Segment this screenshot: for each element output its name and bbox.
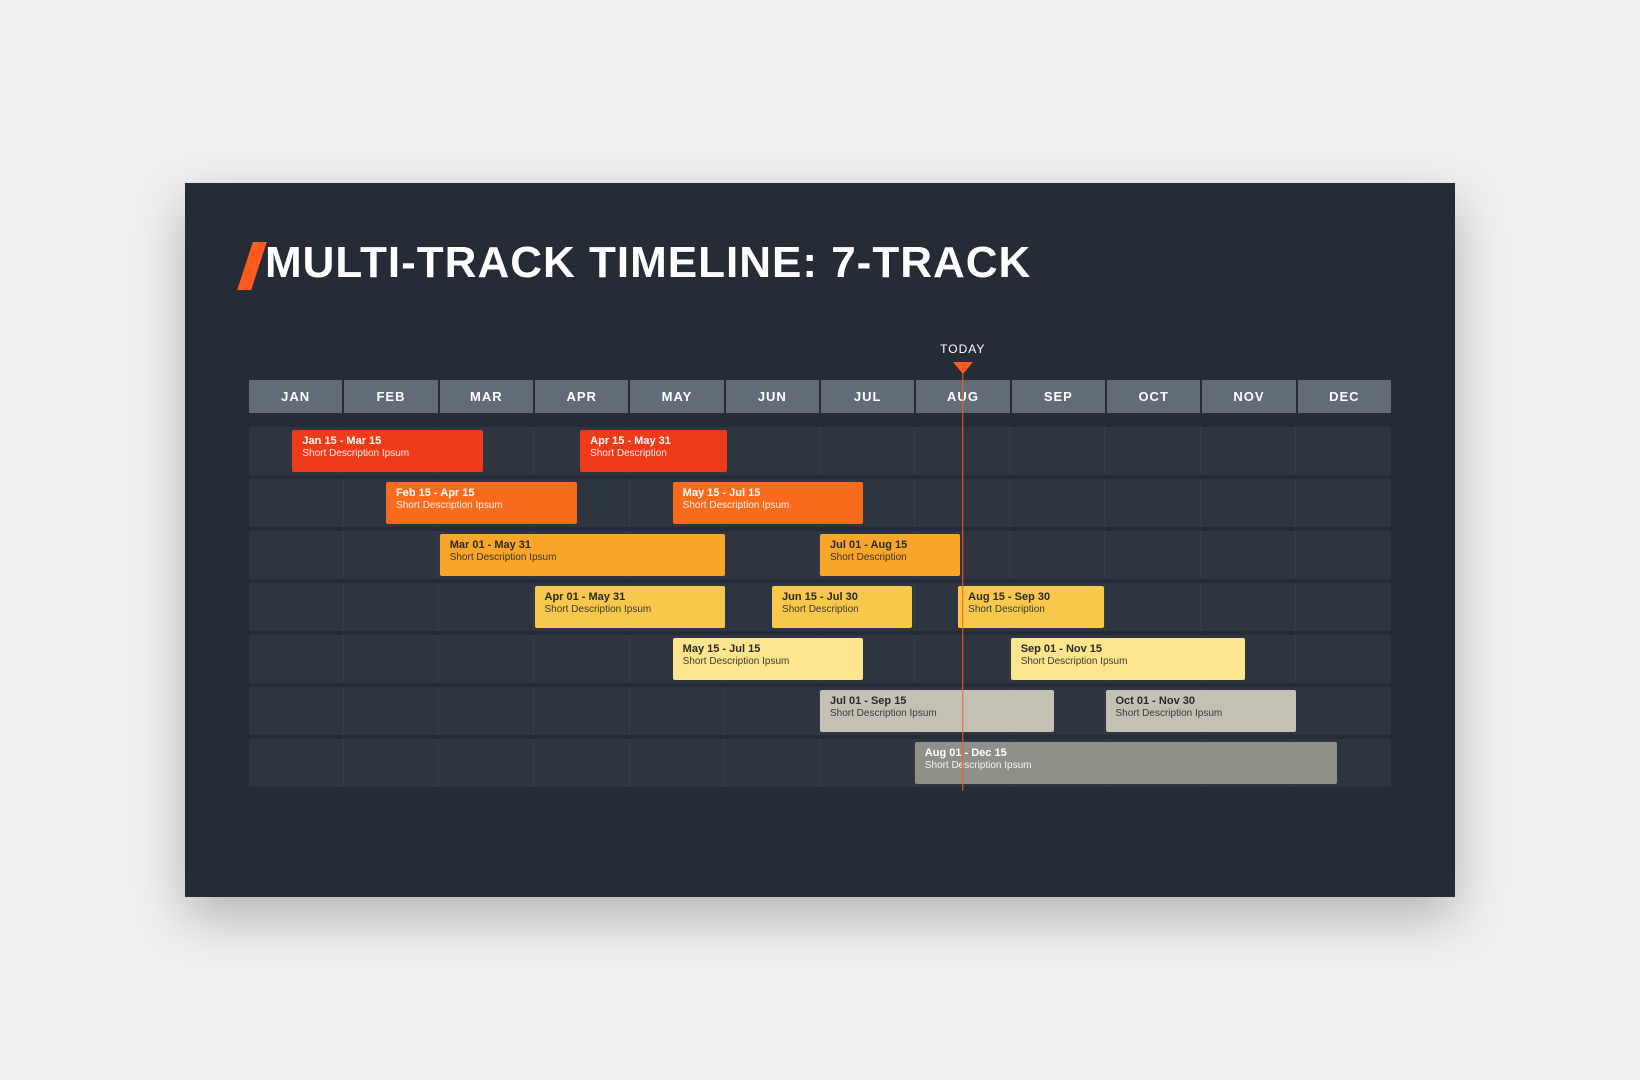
timeline-bar[interactable]: Jul 01 - Sep 15Short Description Ipsum [820, 690, 1054, 732]
bar-date-range: Sep 01 - Nov 15 [1021, 643, 1235, 656]
timeline-bar[interactable]: Oct 01 - Nov 30Short Description Ipsum [1106, 690, 1297, 732]
timeline-bar[interactable]: Sep 01 - Nov 15Short Description Ipsum [1011, 638, 1245, 680]
bar-date-range: Jan 15 - Mar 15 [302, 435, 473, 448]
bar-description: Short Description Ipsum [925, 760, 1328, 772]
month-cell: MAR [440, 380, 533, 413]
timeline-bar[interactable]: Apr 01 - May 31Short Description Ipsum [535, 586, 726, 628]
bar-date-range: Apr 01 - May 31 [545, 591, 716, 604]
timeline-bar[interactable]: Jul 01 - Aug 15Short Description [820, 534, 960, 576]
title-wrap: MULTI-TRACK TIMELINE: 7-TRACK [245, 238, 1395, 290]
track-row: May 15 - Jul 15Short Description IpsumSe… [249, 635, 1391, 683]
timeline-bar[interactable]: May 15 - Jul 15Short Description Ipsum [673, 482, 864, 524]
today-label: TODAY [940, 342, 985, 356]
bar-date-range: Aug 15 - Sep 30 [968, 591, 1094, 604]
bar-date-range: Jul 01 - Aug 15 [830, 539, 950, 552]
track-row: Apr 01 - May 31Short Description Ipsum Ju… [249, 583, 1391, 631]
track-row: Jan 15 - Mar 15Short Description Ipsum Ap… [249, 427, 1391, 475]
month-cell: SEP [1012, 380, 1105, 413]
bar-date-range: Oct 01 - Nov 30 [1116, 695, 1287, 708]
slide-title: MULTI-TRACK TIMELINE: 7-TRACK [265, 238, 1031, 288]
bar-description: Short Description Ipsum [545, 604, 716, 616]
bar-date-range: Apr 15 - May 31 [590, 435, 717, 448]
bar-description: Short Description [968, 604, 1094, 616]
timeline-bar[interactable]: Mar 01 - May 31Short Description Ipsum [440, 534, 726, 576]
month-cell: DEC [1298, 380, 1391, 413]
bar-description: Short Description Ipsum [1116, 708, 1287, 720]
bar-description: Short Description Ipsum [1021, 656, 1235, 668]
timeline-bar[interactable]: Feb 15 - Apr 15Short Description Ipsum [386, 482, 577, 524]
timeline: TODAY JANFEBMARAPRMAYJUNJULAUGSEPOCTNOVD… [249, 380, 1391, 787]
month-cell: JUN [726, 380, 819, 413]
bar-description: Short Description Ipsum [396, 500, 567, 512]
bar-description: Short Description Ipsum [302, 448, 473, 460]
month-cell: OCT [1107, 380, 1200, 413]
bar-date-range: Feb 15 - Apr 15 [396, 487, 567, 500]
bar-date-range: Mar 01 - May 31 [450, 539, 716, 552]
slide-canvas: MULTI-TRACK TIMELINE: 7-TRACK TODAY JANF… [185, 183, 1455, 897]
timeline-bar[interactable]: Aug 15 - Sep 30Short Description [958, 586, 1104, 628]
track-row: Jul 01 - Sep 15Short Description IpsumOc… [249, 687, 1391, 735]
month-cell: FEB [344, 380, 437, 413]
timeline-bar[interactable]: Jan 15 - Mar 15Short Description Ipsum [292, 430, 483, 472]
month-cell: NOV [1202, 380, 1295, 413]
today-line [962, 372, 964, 791]
month-cell: JUL [821, 380, 914, 413]
timeline-bar[interactable]: Aug 01 - Dec 15Short Description Ipsum [915, 742, 1338, 784]
bar-date-range: May 15 - Jul 15 [683, 487, 854, 500]
bar-description: Short Description [590, 448, 717, 460]
bar-description: Short Description Ipsum [683, 656, 854, 668]
bar-description: Short Description [830, 552, 950, 564]
bar-description: Short Description Ipsum [830, 708, 1044, 720]
bar-description: Short Description Ipsum [683, 500, 854, 512]
bar-description: Short Description [782, 604, 902, 616]
track-row: Mar 01 - May 31Short Description Ipsum Ju… [249, 531, 1391, 579]
tracks-container: Jan 15 - Mar 15Short Description IpsumAp… [249, 427, 1391, 787]
track-row: Aug 01 - Dec 15Short Description Ipsum [249, 739, 1391, 787]
month-cell: APR [535, 380, 628, 413]
bar-date-range: Jun 15 - Jul 30 [782, 591, 902, 604]
bar-date-range: Aug 01 - Dec 15 [925, 747, 1328, 760]
bar-description: Short Description Ipsum [450, 552, 716, 564]
accent-slash-icon [237, 242, 267, 290]
track-row: Feb 15 - Apr 15Short Description IpsumMa… [249, 479, 1391, 527]
bar-date-range: May 15 - Jul 15 [683, 643, 854, 656]
month-header-row: JANFEBMARAPRMAYJUNJULAUGSEPOCTNOVDEC [249, 380, 1391, 413]
month-cell: JAN [249, 380, 342, 413]
timeline-bar[interactable]: Jun 15 - Jul 30Short Description [772, 586, 912, 628]
timeline-bar[interactable]: Apr 15 - May 31Short Description [580, 430, 727, 472]
timeline-bar[interactable]: May 15 - Jul 15Short Description Ipsum [673, 638, 864, 680]
bar-date-range: Jul 01 - Sep 15 [830, 695, 1044, 708]
month-cell: MAY [630, 380, 723, 413]
